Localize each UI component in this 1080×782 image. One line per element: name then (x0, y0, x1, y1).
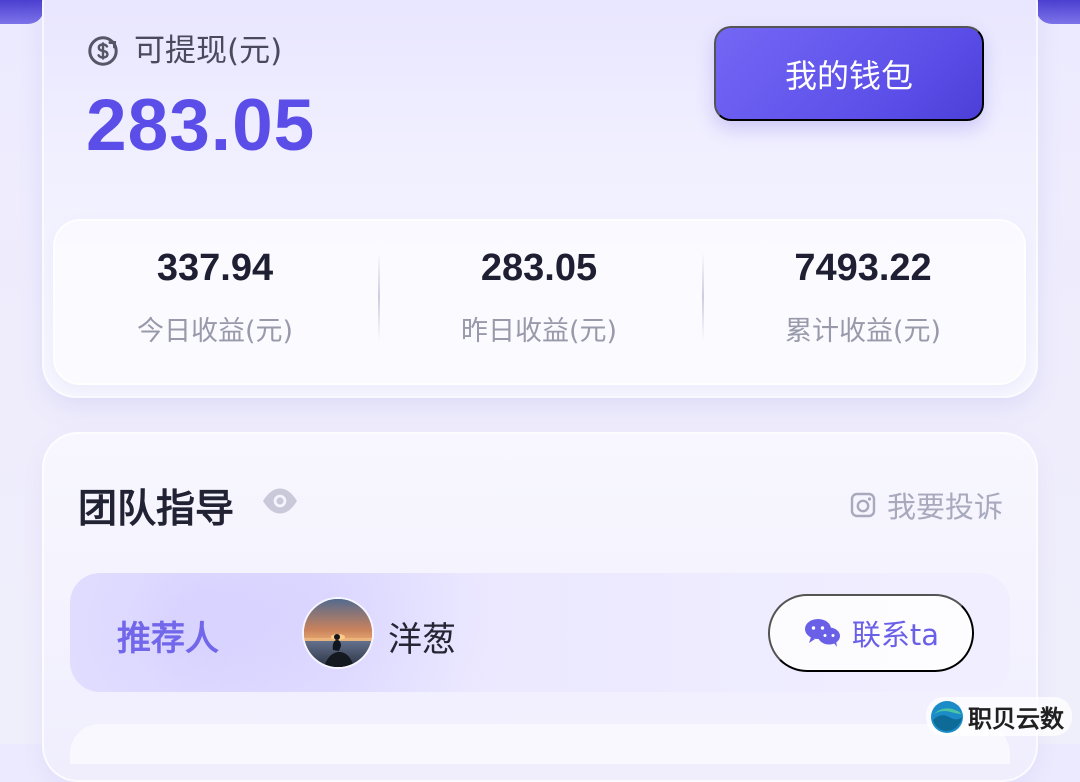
watermark: 职贝云数 (926, 697, 1072, 736)
top-left-accent (0, 0, 44, 24)
complaint-label: 我要投诉 (886, 490, 1003, 524)
stat-total-label: 累计收益(元) (784, 316, 942, 347)
watermark-text: 职贝云数 (968, 705, 1064, 733)
contact-label: 联系ta (851, 618, 940, 652)
stat-yesterday-value: 283.05 (480, 247, 598, 289)
earnings-stats-panel: 337.94 今日收益(元) 283.05 昨日收益(元) 7493.22 累计… (53, 219, 1026, 385)
stat-today-value: 337.94 (156, 247, 274, 289)
stat-yesterday: 283.05 昨日收益(元) (377, 247, 701, 348)
stat-today-label: 今日收益(元) (136, 316, 294, 347)
recommender-label: 推荐人 (117, 619, 219, 659)
watermark-logo-icon (930, 700, 964, 734)
recommender-name: 洋葱 (388, 620, 456, 660)
withdrawable-label: 可提现(元) (134, 32, 283, 69)
stat-today: 337.94 今日收益(元) (53, 247, 377, 348)
stat-yesterday-label: 昨日收益(元) (460, 316, 618, 347)
eye-icon[interactable] (261, 486, 299, 516)
withdrawable-amount: 283.05 (86, 85, 316, 166)
my-wallet-button[interactable]: 我的钱包 (714, 26, 984, 121)
wechat-icon (803, 616, 842, 650)
contact-recommender-button[interactable]: 联系ta (768, 594, 974, 672)
complaint-link[interactable]: 我要投诉 (849, 484, 1003, 526)
next-card-top (70, 724, 1010, 764)
avatar[interactable] (304, 599, 372, 667)
team-guidance-title: 团队指导 (78, 487, 235, 532)
money-refresh-icon (86, 34, 120, 68)
top-right-accent (1036, 0, 1080, 24)
stat-total: 7493.22 累计收益(元) (701, 247, 1025, 348)
stat-total-value: 7493.22 (794, 247, 932, 289)
camera-complaint-icon (849, 491, 877, 519)
withdrawable-header: 可提现(元) (86, 30, 282, 72)
